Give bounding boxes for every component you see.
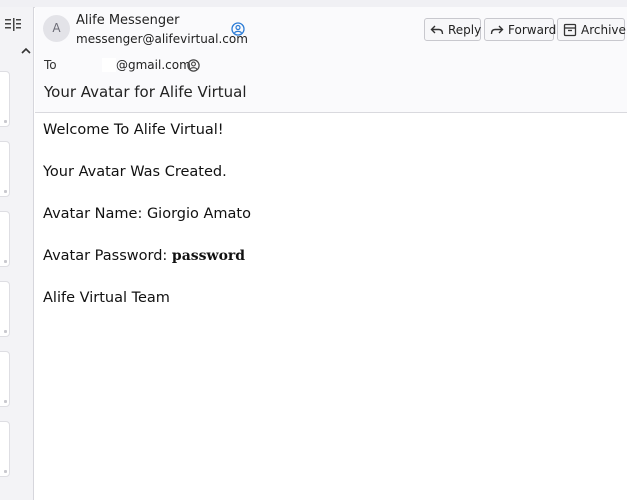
archive-button[interactable]: Archive [557, 18, 626, 41]
message-list-panel [0, 7, 34, 500]
layout-toggle-icon[interactable] [4, 16, 22, 34]
password-label: Avatar Password: [43, 248, 168, 264]
message-card[interactable] [0, 141, 10, 197]
contact-icon[interactable] [187, 59, 200, 72]
sender-avatar: A [43, 15, 70, 42]
scroll-up-icon[interactable] [19, 44, 33, 58]
reply-button[interactable]: Reply [424, 18, 481, 41]
body-line-welcome: Welcome To Alife Virtual! [43, 122, 224, 138]
message-header: A Alife Messenger messenger@alifevirtual… [35, 7, 627, 113]
message-card[interactable] [0, 281, 10, 337]
archive-label: Archive [581, 22, 626, 37]
to-label: To [44, 58, 57, 72]
message-subject: Your Avatar for Alife Virtual [44, 83, 247, 101]
body-line-signature: Alife Virtual Team [43, 290, 170, 306]
message-card[interactable] [0, 351, 10, 407]
scrollbar[interactable] [17, 44, 34, 500]
body-line-created: Your Avatar Was Created. [43, 164, 227, 180]
archive-icon [563, 23, 577, 36]
sender-name[interactable]: Alife Messenger [76, 13, 179, 28]
body-line-avatar-name: Avatar Name: Giorgio Amato [43, 206, 251, 222]
password-value: password [171, 248, 246, 264]
sender-email[interactable]: messenger@alifevirtual.com [76, 32, 248, 46]
recipient-email[interactable]: @gmail.com [116, 58, 191, 72]
message-card[interactable] [0, 421, 10, 477]
message-card[interactable] [0, 211, 10, 267]
body-line-password: Avatar Password: password [43, 248, 245, 264]
forward-icon [490, 25, 504, 34]
recipient-redacted [102, 58, 116, 72]
address-book-contact-icon[interactable] [231, 22, 245, 36]
reply-label: Reply [448, 22, 482, 37]
message-card[interactable] [0, 71, 10, 127]
forward-label: Forward [508, 22, 557, 37]
forward-button[interactable]: Forward [484, 18, 557, 41]
reply-icon [430, 25, 444, 34]
